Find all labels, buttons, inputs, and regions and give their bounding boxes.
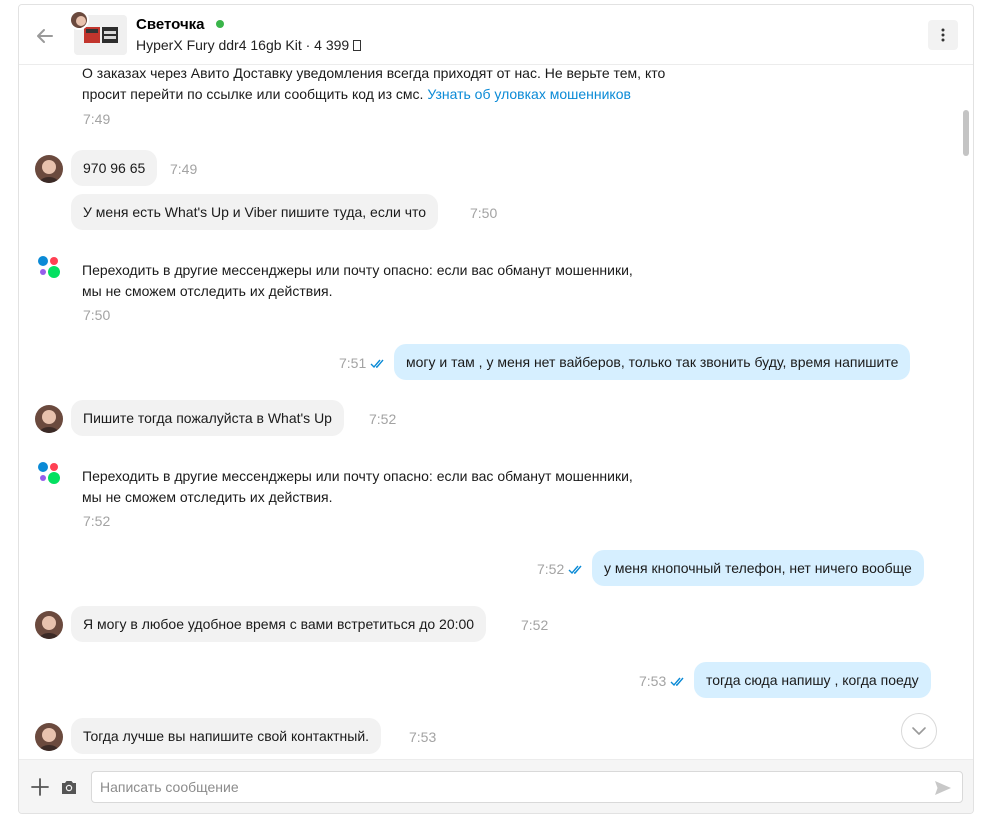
message-time: 7:52: [537, 561, 583, 577]
avito-logo-icon: [38, 256, 60, 278]
ruble-icon: [353, 40, 362, 51]
scroll-to-bottom-button[interactable]: [901, 713, 937, 749]
contact-avatar[interactable]: [35, 611, 63, 639]
incoming-message[interactable]: 970 96 65: [71, 150, 158, 186]
incoming-message[interactable]: Пишите тогда пожалуйста в What's Up: [71, 400, 344, 436]
online-status-indicator: [216, 20, 224, 28]
camera-icon[interactable]: [60, 778, 78, 796]
product-title-text: HyperX Fury ddr4 16gb Kit · 4 399: [136, 37, 350, 53]
double-check-icon: [670, 677, 684, 687]
plus-icon[interactable]: [31, 778, 49, 796]
message-time: 7:49: [83, 111, 111, 127]
send-icon[interactable]: [933, 778, 953, 798]
system-message-line: О заказах через Авито Доставку уведомлен…: [82, 66, 666, 81]
system-message-line: Переходить в другие мессенджеры или почт…: [82, 262, 633, 278]
message-time: 7:52: [521, 617, 549, 633]
message-time: 7:50: [83, 307, 111, 323]
message-time-text: 7:53: [639, 673, 667, 689]
system-message-line: мы не сможем отследить их действия.: [82, 283, 333, 299]
contact-avatar[interactable]: [35, 405, 63, 433]
system-message-text: просит перейти по ссылке или сообщить ко…: [82, 86, 424, 102]
system-message-line: Переходить в другие мессенджеры или почт…: [82, 468, 633, 484]
fraud-tips-link[interactable]: Узнать об уловках мошенников: [427, 86, 631, 102]
back-button[interactable]: [33, 24, 57, 48]
outgoing-message[interactable]: тогда сюда напишу , когда поеду: [694, 662, 931, 698]
system-message-line: мы не сможем отследить их действия.: [82, 489, 333, 505]
message-time: 7:49: [170, 161, 198, 177]
incoming-message[interactable]: У меня есть What's Up и Viber пишите туд…: [71, 194, 439, 230]
incoming-message[interactable]: Я могу в любое удобное время с вами встр…: [71, 606, 487, 642]
chat-window: Светочка HyperX Fury ddr4 16gb Kit · 4 3…: [18, 4, 974, 814]
message-time: 7:52: [369, 411, 397, 427]
avito-logo-icon: [38, 462, 60, 484]
contact-avatar[interactable]: [35, 723, 63, 751]
system-message: Переходить в другие мессенджеры или почт…: [82, 466, 722, 508]
message-time: 7:50: [470, 205, 498, 221]
message-time: 7:53: [639, 673, 685, 689]
scrollbar-thumb[interactable]: [963, 110, 969, 156]
message-time: 7:53: [409, 729, 437, 745]
message-input[interactable]: [91, 771, 963, 803]
message-list[interactable]: О заказах через Авито Доставку уведомлен…: [19, 66, 973, 759]
contact-name[interactable]: Светочка: [136, 16, 205, 33]
double-check-icon: [370, 359, 384, 369]
message-time-text: 7:51: [339, 355, 367, 371]
system-message: О заказах через Авито Доставку уведомлен…: [82, 66, 722, 105]
message-time: 7:51: [339, 355, 385, 371]
kebab-menu-icon: [941, 28, 945, 42]
contact-avatar[interactable]: [35, 155, 63, 183]
chevron-down-icon: [912, 727, 926, 735]
double-check-icon: [568, 565, 582, 575]
system-message-line: просит перейти по ссылке или сообщить ко…: [82, 84, 722, 105]
outgoing-message[interactable]: у меня кнопочный телефон, нет ничего воо…: [592, 550, 924, 586]
back-arrow-icon: [37, 29, 53, 43]
message-time-text: 7:52: [537, 561, 565, 577]
message-composer: [19, 759, 973, 813]
outgoing-message[interactable]: могу и там , у меня нет вайберов, только…: [394, 344, 911, 380]
system-message: Переходить в другие мессенджеры или почт…: [82, 260, 722, 302]
product-title[interactable]: HyperX Fury ddr4 16gb Kit · 4 399: [136, 37, 362, 53]
incoming-message[interactable]: Тогда лучше вы напишите свой контактный.: [71, 718, 382, 754]
chat-header: Светочка HyperX Fury ddr4 16gb Kit · 4 3…: [19, 5, 973, 65]
message-time: 7:52: [83, 513, 111, 529]
contact-avatar[interactable]: [69, 10, 89, 30]
scrollbar[interactable]: [961, 66, 971, 759]
chat-menu-button[interactable]: [928, 20, 958, 50]
